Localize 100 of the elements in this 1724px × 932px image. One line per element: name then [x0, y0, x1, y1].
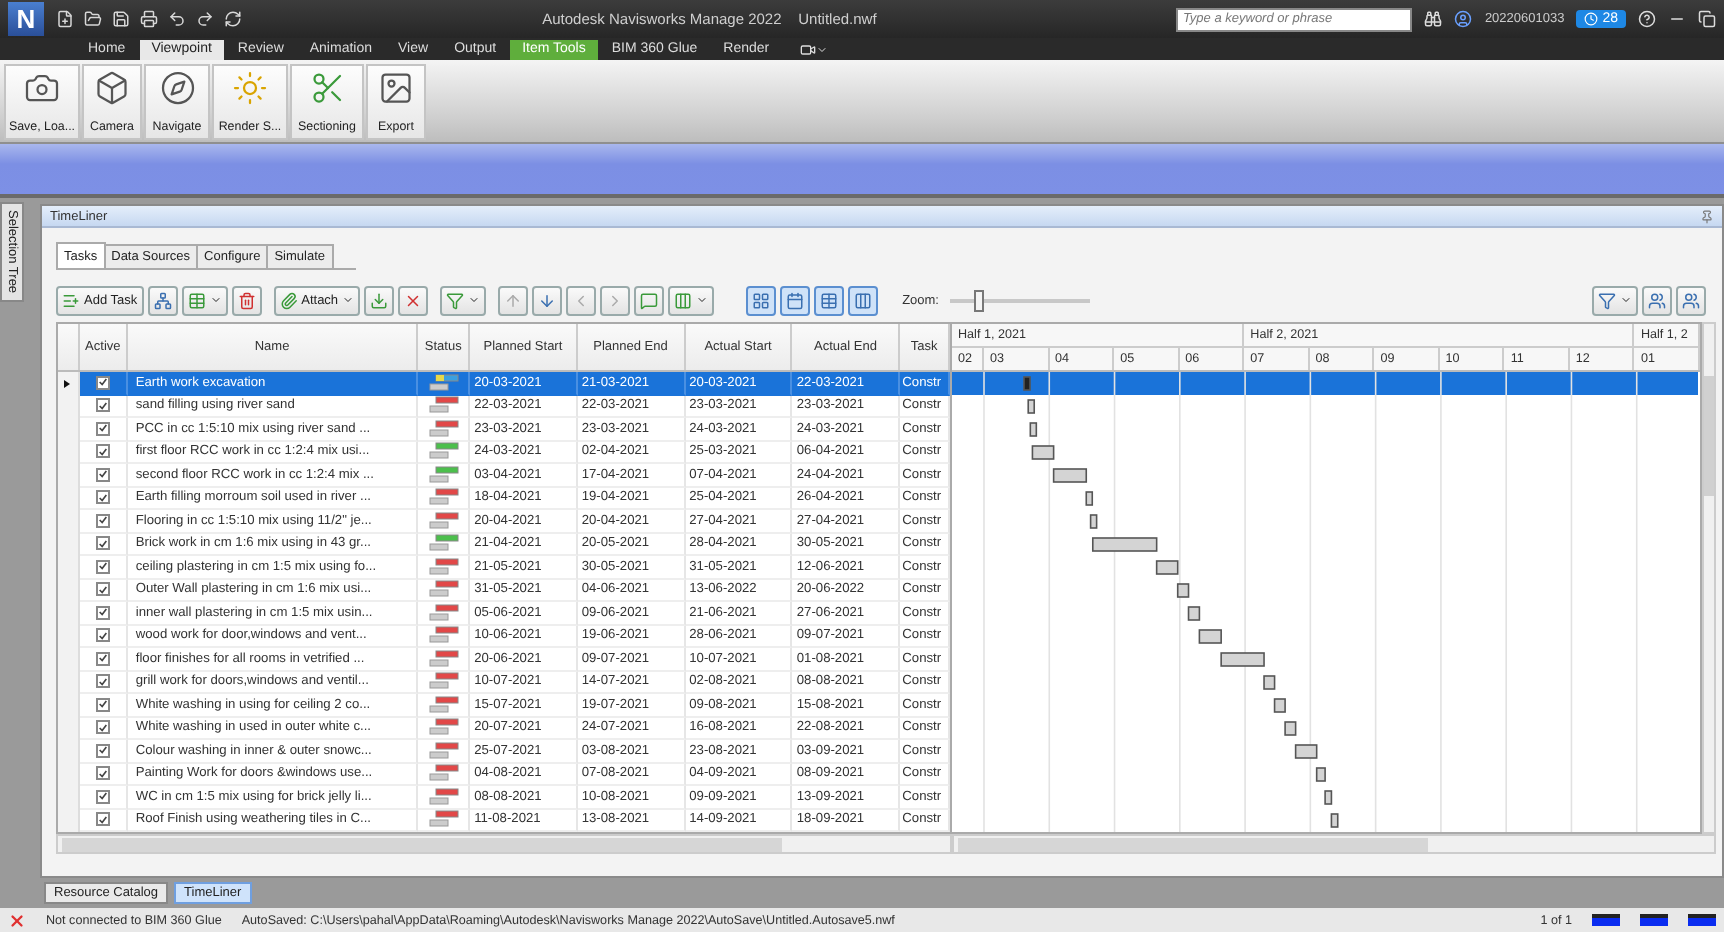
table-scrollbar[interactable]: [56, 834, 952, 854]
image-icon: [378, 70, 414, 106]
active-checkbox[interactable]: [95, 812, 110, 827]
table-icon: [820, 291, 839, 309]
active-checkbox[interactable]: [95, 559, 110, 574]
gantt-bar[interactable]: [1315, 767, 1326, 782]
toolbar-button[interactable]: [398, 285, 429, 315]
gantt-bar[interactable]: [1176, 583, 1190, 598]
toolbar-button[interactable]: [1592, 285, 1638, 315]
view-button[interactable]: [780, 285, 811, 315]
network-icon: [153, 291, 172, 309]
binoculars-icon[interactable]: [1424, 10, 1443, 28]
trash-icon: [237, 291, 256, 309]
toolbar-button[interactable]: [1642, 285, 1672, 315]
compass-icon: [159, 70, 195, 106]
toolbar-button[interactable]: [364, 285, 395, 315]
arrow-down-icon: [538, 291, 557, 309]
list-plus-icon: [62, 291, 80, 309]
gantt-scrollbar[interactable]: [952, 834, 1716, 854]
gantt-bar[interactable]: [1052, 468, 1088, 483]
active-checkbox[interactable]: [95, 651, 110, 666]
active-checkbox[interactable]: [95, 743, 110, 758]
caret-icon: [209, 294, 222, 306]
refresh-icon[interactable]: [224, 10, 242, 28]
active-checkbox[interactable]: [95, 513, 110, 528]
pin-icon[interactable]: [1700, 209, 1714, 223]
redo-icon[interactable]: [196, 10, 214, 28]
toolbar-button[interactable]: [147, 285, 178, 315]
scissors-icon: [309, 70, 345, 106]
slider-thumb[interactable]: [974, 289, 985, 311]
active-checkbox[interactable]: [95, 789, 110, 804]
caret-icon: [342, 294, 355, 306]
performance-meter: [1592, 914, 1620, 926]
app-logo[interactable]: N: [8, 2, 44, 36]
gantt-bar[interactable]: [1324, 790, 1333, 805]
toolbar-button[interactable]: [634, 285, 665, 315]
gantt-bar[interactable]: [1029, 422, 1038, 437]
active-checkbox[interactable]: [95, 628, 110, 643]
arrow-up-icon: [504, 291, 523, 309]
gantt-bar[interactable]: [1198, 629, 1222, 644]
active-checkbox[interactable]: [95, 582, 110, 597]
sun-icon: [232, 70, 268, 106]
gantt-bar[interactable]: [1273, 698, 1286, 713]
folder-icon[interactable]: [84, 10, 102, 28]
gantt-bar[interactable]: [1092, 537, 1158, 552]
gantt-bar[interactable]: [1187, 606, 1201, 621]
view-button[interactable]: [746, 285, 777, 315]
active-checkbox[interactable]: [95, 766, 110, 781]
undo-icon[interactable]: [168, 10, 186, 28]
view-button[interactable]: [814, 285, 845, 315]
vertical-scrollbar[interactable]: [1702, 322, 1716, 834]
users-icon: [1682, 291, 1700, 309]
users-icon: [1648, 291, 1666, 309]
active-checkbox[interactable]: [95, 720, 110, 735]
toolbar-button[interactable]: [668, 285, 715, 315]
gantt-bar[interactable]: [1284, 721, 1297, 736]
caret-icon: [1620, 294, 1632, 306]
save-icon[interactable]: [112, 10, 130, 28]
gantt-bar[interactable]: [1085, 491, 1094, 506]
view-button[interactable]: [848, 285, 879, 315]
video-dropdown-icon[interactable]: [799, 40, 828, 60]
close-icon: [404, 291, 423, 309]
help-icon[interactable]: [1638, 10, 1656, 28]
gantt-bar[interactable]: [1263, 675, 1276, 690]
gantt-bar[interactable]: [1031, 445, 1055, 460]
gantt-bar[interactable]: [1027, 399, 1035, 414]
toolbar-button[interactable]: [1676, 285, 1706, 315]
gantt-bar[interactable]: [1294, 744, 1318, 759]
gantt-bar[interactable]: [1330, 813, 1339, 828]
download-icon: [370, 291, 389, 309]
active-checkbox[interactable]: [95, 421, 110, 436]
toolbar-button[interactable]: [532, 285, 563, 315]
toolbar-button[interactable]: [231, 285, 262, 315]
gantt-bar[interactable]: [1089, 514, 1098, 529]
comment-icon: [640, 291, 659, 309]
restore-icon[interactable]: [1698, 10, 1716, 28]
toolbar-button[interactable]: [440, 285, 487, 315]
active-checkbox[interactable]: [95, 674, 110, 689]
active-checkbox[interactable]: [95, 605, 110, 620]
active-checkbox[interactable]: [95, 490, 110, 505]
active-checkbox[interactable]: [95, 444, 110, 459]
gantt-bar[interactable]: [1155, 560, 1179, 575]
current-row-marker: [64, 379, 71, 388]
active-checkbox[interactable]: [95, 467, 110, 482]
calendar-icon: [786, 291, 805, 309]
user-icon[interactable]: [1454, 10, 1473, 28]
grid-icon: [752, 291, 771, 309]
toolbar-button[interactable]: [181, 285, 228, 315]
gantt-bar[interactable]: [1220, 652, 1265, 667]
active-checkbox[interactable]: [95, 375, 110, 390]
new-file-icon[interactable]: [56, 10, 74, 28]
active-checkbox[interactable]: [95, 697, 110, 712]
table-icon: [187, 291, 206, 309]
performance-meter: [1688, 914, 1716, 926]
active-checkbox[interactable]: [95, 398, 110, 413]
printer-icon[interactable]: [140, 10, 158, 28]
error-icon: [8, 911, 26, 929]
performance-meter: [1640, 914, 1668, 926]
active-checkbox[interactable]: [95, 536, 110, 551]
filter-icon: [446, 291, 465, 309]
